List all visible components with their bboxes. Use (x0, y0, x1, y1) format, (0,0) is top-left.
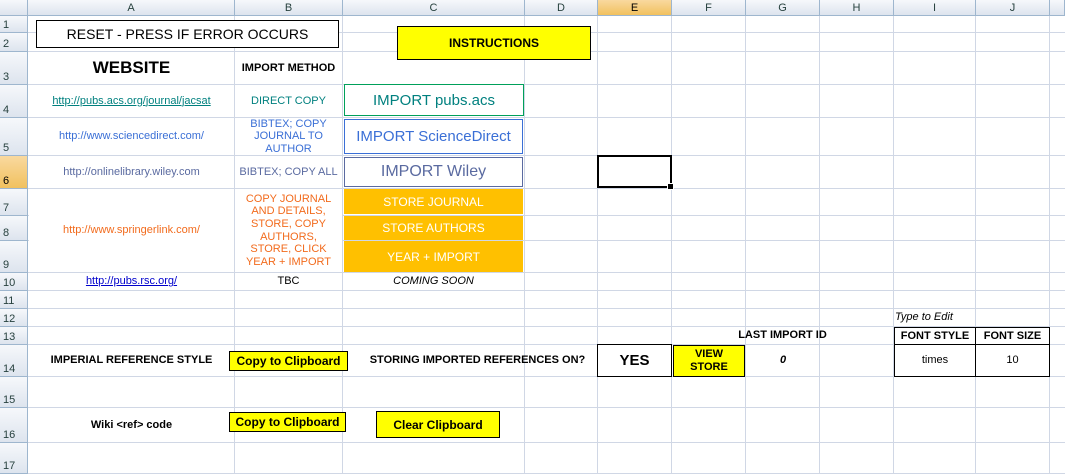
store-authors-button[interactable]: STORE AUTHORS (344, 216, 523, 240)
font-style-input[interactable]: times (894, 344, 976, 377)
row-header-9[interactable]: 9 (0, 241, 28, 273)
row-header-17[interactable]: 17 (0, 443, 28, 474)
copy-wiki-button[interactable]: Copy to Clipboard (229, 412, 346, 432)
year-import-button[interactable]: YEAR + IMPORT (344, 241, 523, 272)
row-header-13[interactable]: 13 (0, 327, 28, 345)
row-header-7[interactable]: 7 (0, 189, 28, 216)
wiki-ref-label: Wiki <ref> code (90, 418, 173, 431)
view-store-button[interactable]: VIEW STORE (673, 345, 745, 377)
row-header-16[interactable]: 16 (0, 408, 28, 443)
instructions-button[interactable]: INSTRUCTIONS (397, 26, 591, 60)
row-header-14[interactable]: 14 (0, 345, 28, 377)
springer-url[interactable]: http://www.springerlink.com/ (29, 189, 234, 272)
row-header-10[interactable]: 10 (0, 273, 28, 291)
row-header-3[interactable]: 3 (0, 52, 28, 85)
column-header-j[interactable]: J (976, 0, 1050, 16)
sciencedirect-url[interactable]: http://www.sciencedirect.com/ (29, 118, 234, 155)
reset-button[interactable]: RESET - PRESS IF ERROR OCCURS (36, 20, 339, 48)
column-header-d[interactable]: D (525, 0, 598, 16)
column-header-g[interactable]: G (746, 0, 820, 16)
column-header-f[interactable]: F (672, 0, 746, 16)
row-header-5[interactable]: 5 (0, 118, 28, 156)
row-header-6[interactable]: 6 (0, 156, 28, 189)
row-header-12[interactable]: 12 (0, 309, 28, 327)
row-header-8[interactable]: 8 (0, 216, 28, 241)
type-to-edit-label: Type to Edit (895, 311, 953, 324)
row-header-11[interactable]: 11 (0, 291, 28, 309)
row-header-15[interactable]: 15 (0, 377, 28, 408)
last-import-id-value: 0 (779, 354, 787, 367)
import-acs-button[interactable]: IMPORT pubs.acs (344, 84, 524, 116)
active-cell-e6[interactable] (597, 155, 674, 190)
rsc-method: TBC (277, 275, 300, 288)
column-header-e[interactable]: E (598, 0, 672, 16)
spreadsheet[interactable]: A B C D E F G H I J 1 2 3 4 5 6 7 8 9 10… (0, 0, 1065, 474)
import-method-header: IMPORT METHOD (241, 61, 336, 74)
clear-clipboard-button[interactable]: Clear Clipboard (376, 411, 500, 438)
row-header-1[interactable]: 1 (0, 16, 28, 33)
wiley-url[interactable]: http://onlinelibrary.wiley.com (29, 156, 234, 188)
springer-method: COPY JOURNAL AND DETAILS, STORE, COPY AU… (235, 189, 342, 272)
acs-url-link[interactable]: http://pubs.acs.org/journal/jacsat (29, 85, 234, 117)
import-wiley-button[interactable]: IMPORT Wiley (344, 157, 523, 187)
copy-imperial-button[interactable]: Copy to Clipboard (229, 351, 348, 371)
rsc-url-link[interactable]: http://pubs.rsc.org/ (29, 273, 234, 290)
last-import-id-label: LAST IMPORT ID (738, 329, 827, 342)
row-header-2[interactable]: 2 (0, 33, 28, 52)
column-header-h[interactable]: H (820, 0, 894, 16)
website-header: WEBSITE (92, 58, 171, 78)
wiley-method: BIBTEX; COPY ALL (239, 165, 338, 178)
store-journal-button[interactable]: STORE JOURNAL (344, 189, 523, 214)
select-all-corner[interactable] (0, 0, 28, 16)
font-size-label: FONT SIZE (975, 327, 1050, 345)
storing-references-label: STORING IMPORTED REFERENCES ON? (369, 354, 586, 367)
sciencedirect-method: BIBTEX; COPY JOURNAL TO AUTHOR (250, 117, 327, 155)
column-header-a[interactable]: A (28, 0, 235, 16)
rsc-status: COMING SOON (393, 275, 474, 288)
column-header-i[interactable]: I (894, 0, 976, 16)
column-header-c[interactable]: C (343, 0, 525, 16)
storing-value-yes[interactable]: YES (597, 344, 672, 377)
column-header-b[interactable]: B (235, 0, 343, 16)
acs-method: DIRECT COPY (251, 94, 326, 107)
row-header-4[interactable]: 4 (0, 85, 28, 118)
font-style-label: FONT STYLE (894, 327, 976, 345)
column-header-k[interactable] (1050, 0, 1065, 16)
font-size-input[interactable]: 10 (975, 344, 1050, 377)
imperial-style-label: IMPERIAL REFERENCE STYLE (50, 354, 213, 367)
import-sciencedirect-button[interactable]: IMPORT ScienceDirect (344, 119, 523, 154)
